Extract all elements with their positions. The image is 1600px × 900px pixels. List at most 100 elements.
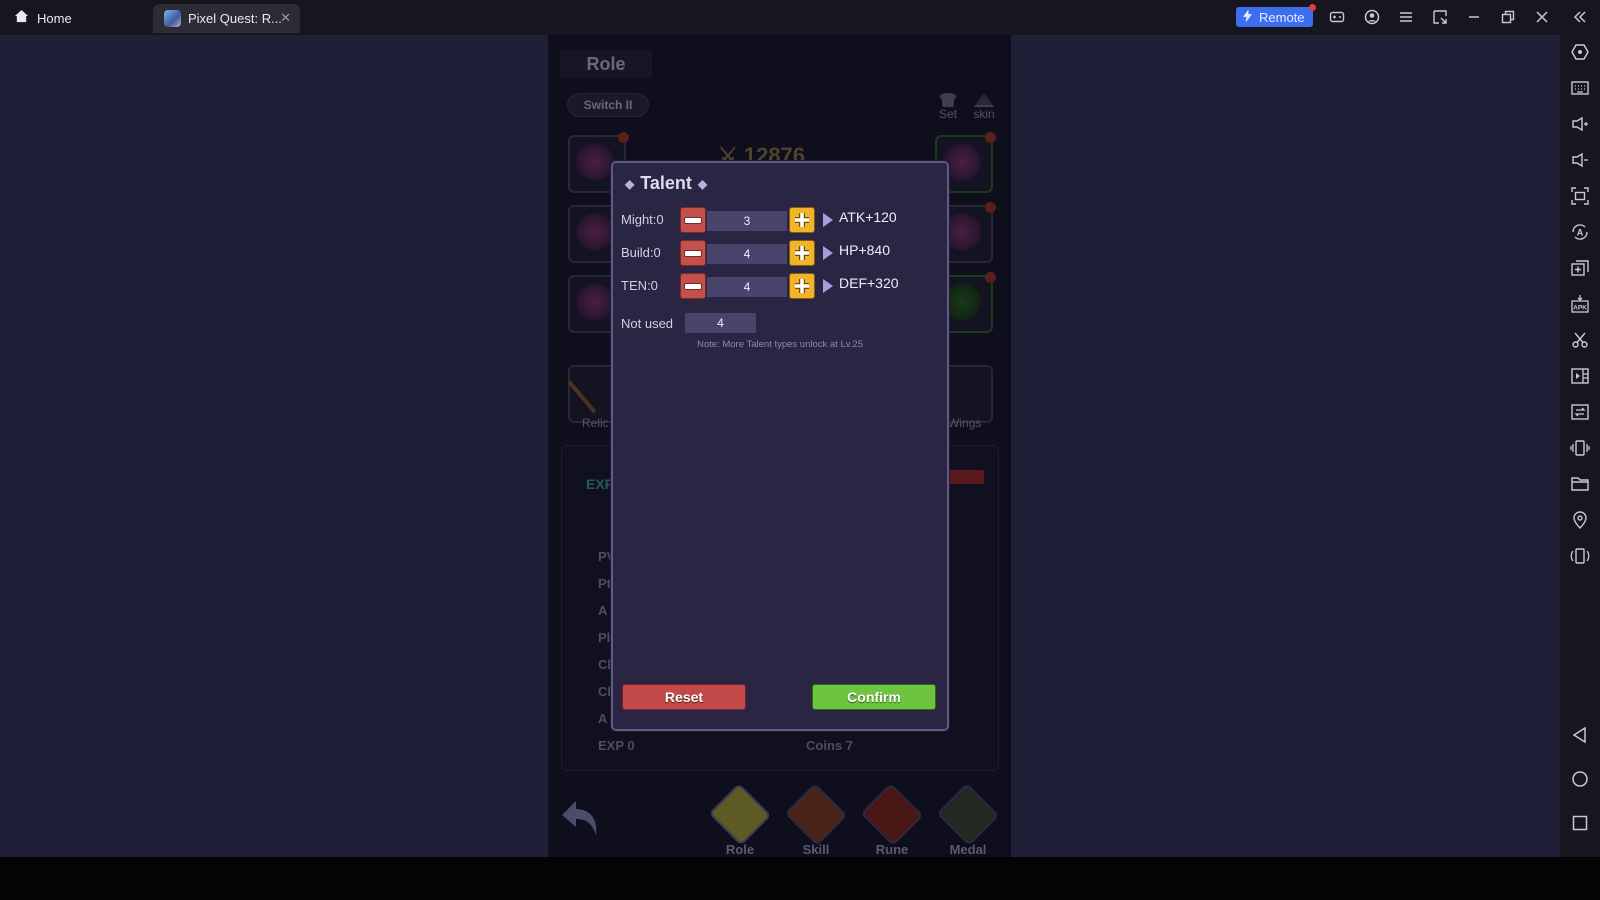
stat-row: Cl <box>598 684 611 699</box>
rune-icon <box>860 783 924 846</box>
back-arrow-button[interactable] <box>558 797 602 841</box>
account-icon[interactable] <box>1364 9 1380 25</box>
talent-bonus: DEF+320 <box>839 275 899 291</box>
location-icon[interactable] <box>1570 510 1590 530</box>
folder-icon[interactable] <box>1570 474 1590 494</box>
restore-icon[interactable] <box>1500 9 1516 25</box>
increment-button[interactable] <box>789 240 815 266</box>
install-apk-icon[interactable]: APK <box>1570 294 1590 314</box>
nav-medal[interactable]: Medal <box>936 783 1000 857</box>
decrement-button[interactable] <box>680 273 706 299</box>
volume-up-icon[interactable] <box>1570 114 1590 134</box>
talent-label: Build:0 <box>621 245 661 260</box>
increment-button[interactable] <box>789 273 815 299</box>
rotate-device-icon[interactable] <box>1570 546 1590 566</box>
multi-instance-icon[interactable] <box>1570 258 1590 278</box>
decrement-button[interactable] <box>680 240 706 266</box>
app-icon <box>164 10 181 27</box>
shake-icon[interactable] <box>1570 438 1590 458</box>
volume-down-icon[interactable] <box>1570 150 1590 170</box>
resize-icon[interactable] <box>1432 9 1448 25</box>
talent-label: Might:0 <box>621 212 664 227</box>
title-bar: Home Pixel Quest: R... ✕ Remote <box>0 0 1600 35</box>
minus-icon <box>685 217 701 223</box>
role-helmet-icon <box>708 783 772 846</box>
screenshot-frame-icon[interactable] <box>1570 186 1590 206</box>
remote-button[interactable]: Remote <box>1236 4 1316 27</box>
alert-badge <box>985 202 996 213</box>
recents-square-icon[interactable] <box>1570 813 1590 833</box>
nav-medal-label: Medal <box>949 842 987 857</box>
bottom-bar <box>0 857 1600 900</box>
shirt-icon <box>939 93 957 107</box>
skin-label: skin <box>973 107 995 121</box>
home-circle-icon[interactable] <box>1570 769 1590 789</box>
nav-rune[interactable]: Rune <box>860 783 924 857</box>
skin-button[interactable]: skin <box>969 93 999 129</box>
hanger-icon <box>974 93 994 107</box>
plus-icon <box>795 246 809 260</box>
set-button[interactable]: Set <box>933 93 963 129</box>
decrement-button[interactable] <box>680 207 706 233</box>
nav-role[interactable]: Role <box>708 783 772 857</box>
talent-row-ten: TEN:0 4 DEF+320 <box>621 273 941 299</box>
talent-value: 3 <box>707 211 787 231</box>
diamond-icon: ◆ <box>625 176 635 191</box>
talent-value: 4 <box>707 244 787 264</box>
back-icon[interactable] <box>1570 725 1590 745</box>
exp-value: EXP 0 <box>598 738 635 753</box>
arrow-right-icon <box>823 246 833 260</box>
cut-icon[interactable] <box>1570 330 1590 350</box>
svg-text:A: A <box>1577 228 1584 238</box>
set-label: Set <box>938 107 957 121</box>
nav-skill-label: Skill <box>802 842 830 857</box>
settings-hex-icon[interactable] <box>1570 42 1590 62</box>
coins-value: Coins 7 <box>806 738 853 753</box>
nav-skill[interactable]: Skill <box>784 783 848 857</box>
talent-label: TEN:0 <box>621 278 658 293</box>
screen-title: Role <box>560 50 652 78</box>
media-icon[interactable] <box>1570 366 1590 386</box>
talent-value: 4 <box>707 277 787 297</box>
remote-label: Remote <box>1259 9 1305 25</box>
plus-icon <box>795 213 809 227</box>
home-tab[interactable]: Home <box>14 6 72 30</box>
unused-points: Not used 4 <box>621 313 821 335</box>
keyboard-icon[interactable] <box>1570 78 1590 98</box>
alert-badge <box>618 132 629 143</box>
staff-icon <box>567 380 597 414</box>
switch-button[interactable]: Switch II <box>567 93 649 117</box>
reset-button[interactable]: Reset <box>622 684 746 710</box>
diamond-icon: ◆ <box>697 176 708 191</box>
not-used-value: 4 <box>685 313 756 333</box>
exp-label: EXP <box>586 476 615 492</box>
confirm-button[interactable]: Confirm <box>812 684 936 710</box>
alert-badge <box>985 272 996 283</box>
unlock-note: Note: More Talent types unlock at Lv.25 <box>697 339 863 350</box>
menu-icon[interactable] <box>1398 9 1414 25</box>
nav-role-label: Role <box>725 842 755 857</box>
gamepad-icon[interactable] <box>1329 9 1345 25</box>
close-icon[interactable] <box>1534 9 1550 25</box>
dialog-title-text: Talent <box>640 173 692 193</box>
minus-icon <box>685 250 701 256</box>
close-tab-icon[interactable]: ✕ <box>280 10 291 26</box>
minimize-icon[interactable] <box>1466 9 1482 25</box>
collapse-sidebar-icon[interactable] <box>1572 9 1588 25</box>
arrow-right-icon <box>823 279 833 293</box>
stat-row: Cl <box>598 657 611 672</box>
relic-label: Relic <box>582 416 609 430</box>
svg-text:APK: APK <box>1573 305 1587 312</box>
auto-rotate-icon[interactable]: A <box>1570 222 1590 242</box>
talent-row-might: Might:0 3 ATK+120 <box>621 207 941 233</box>
app-tab[interactable]: Pixel Quest: R... ✕ <box>153 4 300 33</box>
plus-icon <box>795 279 809 293</box>
back-arrow-icon <box>562 801 597 835</box>
stat-row: Pt <box>598 576 611 591</box>
wings-label: Wings <box>948 416 982 430</box>
emulator-sidebar: A APK <box>1560 35 1600 857</box>
increment-button[interactable] <box>789 207 815 233</box>
nav-rune-label: Rune <box>875 842 909 857</box>
sync-icon[interactable] <box>1570 402 1590 422</box>
home-icon <box>14 9 29 27</box>
